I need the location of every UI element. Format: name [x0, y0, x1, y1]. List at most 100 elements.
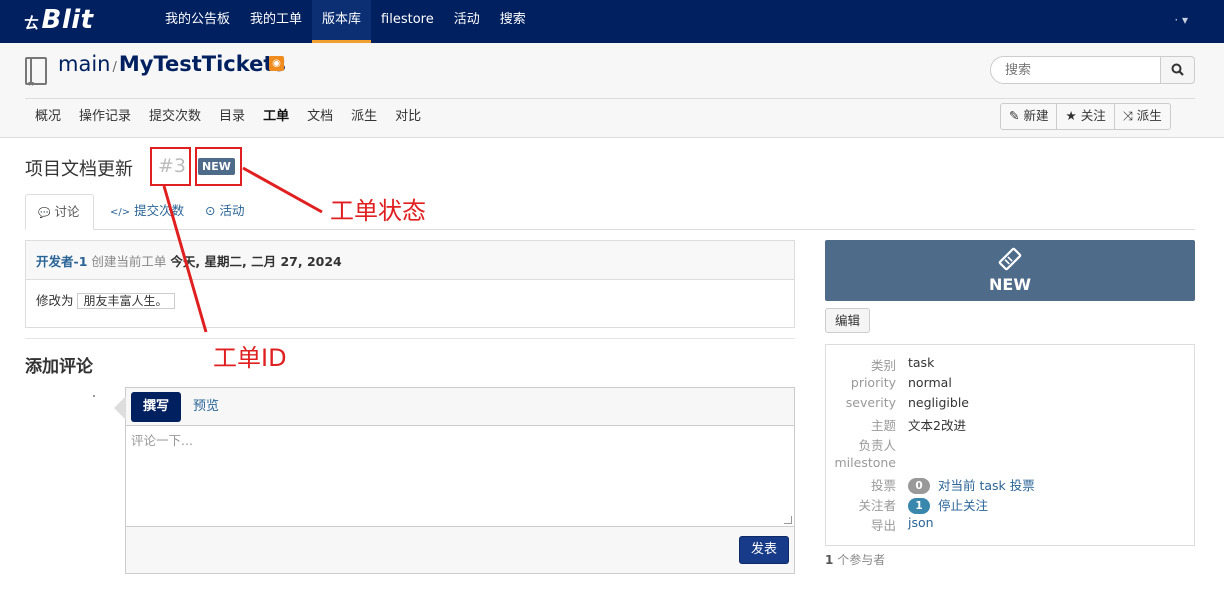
rss-icon[interactable]: ◉	[269, 56, 284, 71]
header-divider	[25, 98, 1195, 99]
nav-my-dashboard[interactable]: 我的公告板	[155, 0, 240, 43]
property-milestone: milestone	[826, 455, 1194, 475]
nav-activity[interactable]: 活动	[444, 0, 490, 43]
tab-discussion-label: 讨论	[54, 204, 80, 219]
repository-link[interactable]: MyTestTickets	[119, 52, 286, 76]
ticket-tabs: 💬 讨论 </> 提交次数 ⊙ 活动	[25, 194, 1195, 230]
tab-preview[interactable]: 预览	[181, 392, 231, 422]
property-topic: 主题 文本2改进	[826, 415, 1194, 435]
watch-button[interactable]: ★ 关注	[1057, 104, 1115, 129]
change-label: 修改为	[36, 293, 74, 308]
user-menu[interactable]: · ▾	[1174, 13, 1188, 27]
repository-actions: ✎ 新建 ★ 关注 ⤨ 派生	[1000, 103, 1171, 130]
fork-button[interactable]: ⤨ 派生	[1115, 104, 1170, 129]
resize-handle[interactable]	[784, 516, 792, 524]
logo-text: Blit	[41, 5, 94, 35]
nav-filestore[interactable]: filestore	[371, 0, 444, 43]
tag-icon: ✎	[1009, 108, 1020, 123]
annotation-box-ticket-id	[150, 147, 191, 186]
repository-star-icon: ★	[27, 79, 36, 89]
nav-my-tickets[interactable]: 我的工单	[240, 0, 312, 43]
annotation-status-label: 工单状态	[330, 197, 426, 225]
property-priority: priority normal	[826, 375, 1194, 395]
tab-commits[interactable]: 提交次数	[140, 108, 210, 126]
add-comment-heading: 添加评论	[25, 357, 93, 377]
repository-header: ★ main/MyTestTickets ◉ 概况 操作记录 提交次数 目录 工…	[0, 43, 1224, 138]
property-value: task	[908, 355, 935, 370]
property-label: 类别	[870, 358, 896, 373]
entry-action: 创建当前工单	[91, 254, 167, 269]
property-value: json	[908, 515, 934, 530]
top-navbar: ㄊBlit 我的公告板 我的工单 版本库 filestore 活动 搜索 · ▾	[0, 0, 1224, 43]
fork-label: 派生	[1136, 108, 1162, 123]
logo-prefix: ㄊ	[24, 14, 40, 32]
property-value: 1 停止关注	[908, 495, 988, 514]
tab-compare[interactable]: 对比	[386, 108, 430, 126]
tab-tickets[interactable]: 工单	[254, 108, 298, 126]
repository-tabs: 概况 操作记录 提交次数 目录 工单 文档 派生 对比	[25, 108, 430, 126]
change-value: 朋友丰富人生。	[76, 293, 175, 309]
tab-summary[interactable]: 概况	[25, 108, 70, 126]
edit-button[interactable]: 编辑	[825, 308, 871, 333]
property-label: 主题	[870, 418, 896, 433]
search-button[interactable]	[1160, 56, 1195, 84]
search-box	[990, 56, 1195, 84]
tab-tree[interactable]: 目录	[210, 108, 254, 126]
participants-label: 个参与者	[837, 553, 886, 567]
star-icon: ★	[1065, 108, 1077, 123]
tab-docs[interactable]: 文档	[298, 108, 342, 126]
search-icon	[1171, 63, 1184, 76]
unwatch-link[interactable]: 停止关注	[938, 498, 988, 513]
annotation-id-label: 工单ID	[213, 344, 287, 372]
participants-number: 1	[825, 553, 834, 567]
tab-forks[interactable]: 派生	[342, 108, 386, 126]
tab-write[interactable]: 撰写	[131, 392, 182, 422]
vote-link[interactable]: 对当前 task 投票	[938, 478, 1035, 493]
project-link[interactable]: main	[58, 52, 110, 76]
breadcrumb-separator: /	[112, 60, 117, 75]
property-label: priority	[850, 375, 896, 390]
votes-count-badge: 0	[908, 478, 930, 494]
tab-discussion[interactable]: 💬 讨论	[25, 194, 94, 230]
repository-title: main/MyTestTickets	[58, 52, 286, 76]
property-export: 导出 json	[826, 515, 1194, 535]
comment-placeholder: 评论一下...	[131, 433, 193, 448]
property-watchers: 关注者 1 停止关注	[826, 495, 1194, 515]
property-responsible: 负责人	[826, 435, 1194, 455]
property-value: 文本2改进	[908, 418, 966, 433]
entry-author[interactable]: 开发者-1	[36, 254, 87, 269]
annotation-box-status	[195, 147, 242, 186]
participants-count: 1 个参与者	[825, 551, 885, 568]
tab-ticket-commits[interactable]: </> 提交次数	[98, 194, 196, 230]
tab-activity[interactable]: ⊙ 活动	[193, 194, 256, 230]
property-label: severity	[845, 395, 896, 410]
comment-icon: 💬	[38, 208, 51, 219]
ticket-properties: 类别 task priority normal severity negligible…	[825, 344, 1195, 546]
code-icon: </>	[110, 207, 131, 218]
property-type: 类别 task	[826, 355, 1194, 375]
tab-reflog[interactable]: 操作记录	[70, 108, 140, 126]
property-value: normal	[908, 375, 952, 390]
entry-header: 开发者-1 创建当前工单 今天, 星期二, 二月 27, 2024	[26, 241, 794, 280]
clock-icon: ⊙	[205, 203, 216, 218]
section-divider	[25, 338, 795, 339]
property-votes: 投票 0 对当前 task 投票	[826, 475, 1194, 495]
property-label: 负责人	[858, 438, 896, 453]
app-logo[interactable]: ㄊBlit	[24, 5, 94, 35]
entry-date: 今天, 星期二, 二月 27, 2024	[170, 254, 342, 269]
nav-search[interactable]: 搜索	[490, 0, 536, 43]
property-value: negligible	[908, 395, 969, 410]
property-label: milestone	[834, 455, 897, 470]
comment-box: 撰写 预览 评论一下... 发表	[114, 387, 795, 574]
post-comment-button[interactable]: 发表	[738, 536, 789, 564]
tab-commits-label: 提交次数	[134, 203, 185, 218]
comment-textarea[interactable]: 评论一下...	[126, 426, 794, 527]
export-json-link[interactable]: json	[908, 515, 934, 530]
property-severity: severity negligible	[826, 395, 1194, 415]
watchers-count-badge: 1	[908, 498, 930, 514]
new-ticket-button[interactable]: ✎ 新建	[1001, 104, 1058, 129]
ticket-title: 项目文档更新	[25, 159, 133, 180]
nav-repositories[interactable]: 版本库	[312, 0, 372, 43]
fork-icon: ⤨	[1122, 108, 1133, 123]
search-input[interactable]	[990, 56, 1161, 84]
